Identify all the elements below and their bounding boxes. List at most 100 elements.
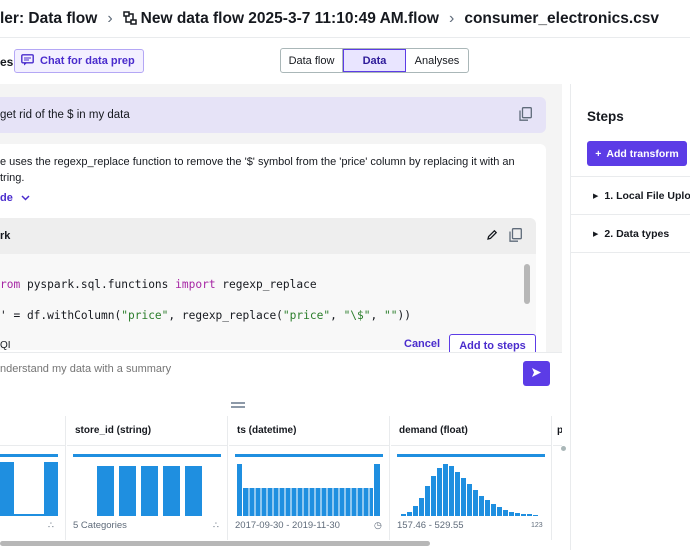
hist-bar xyxy=(419,498,424,516)
column-header[interactable]: demand (float) xyxy=(391,416,551,446)
chat-icon xyxy=(21,53,34,69)
category-icon: ∴ xyxy=(213,520,219,530)
hist-bar xyxy=(141,466,158,516)
demand-histogram xyxy=(397,454,545,516)
hist-separators xyxy=(248,488,370,516)
hist-bar xyxy=(401,514,406,516)
breadcrumb-item-app[interactable]: ler: Data flow xyxy=(0,10,97,28)
response-text: e uses the regexp_replace function to re… xyxy=(0,154,530,186)
code-language-label: rk xyxy=(0,230,11,242)
prompt-bar xyxy=(0,352,562,394)
hist-bar xyxy=(185,466,202,516)
column-footer: 5 Categories xyxy=(73,520,127,531)
step-item-local-file-upload[interactable]: ▶ 1. Local File Uplo xyxy=(571,176,690,214)
flow-icon xyxy=(122,11,137,26)
grid-column-4: pr xyxy=(553,416,566,540)
numeric-type-badge: 123 xyxy=(531,522,543,529)
copy-code-icon[interactable] xyxy=(509,228,522,245)
steps-title: Steps xyxy=(587,109,624,124)
hist-bar xyxy=(97,466,114,516)
code-module: pyspark.sql.functions xyxy=(20,278,176,291)
hist-bar xyxy=(449,466,454,516)
hist-bar xyxy=(503,510,508,516)
chat-panel: get rid of the $ in my data e uses the r… xyxy=(0,84,562,394)
add-transform-label: Add transform xyxy=(606,147,679,160)
column-header[interactable]: ts (datetime) xyxy=(229,416,389,446)
response-line-1: e uses the regexp_replace function to re… xyxy=(0,156,515,168)
hist-bar xyxy=(479,496,484,516)
send-button[interactable] xyxy=(523,361,550,386)
hist-bar xyxy=(533,515,538,516)
caret-right-icon: ▶ xyxy=(593,230,599,238)
caret-right-icon: ▶ xyxy=(593,192,599,200)
code-string-4: "" xyxy=(384,309,398,322)
cancel-button[interactable]: Cancel xyxy=(404,338,440,350)
tab-data-flow[interactable]: Data flow xyxy=(281,49,343,72)
step-label: 2. Data types xyxy=(604,227,670,240)
clock-icon: ◷ xyxy=(374,520,382,530)
edit-icon[interactable] xyxy=(486,229,498,244)
chat-for-data-prep-button[interactable]: Chat for data prep xyxy=(14,49,144,73)
user-message: get rid of the $ in my data xyxy=(0,97,546,133)
grid-column-store-id: store_id (string) 5 Categories ∴ xyxy=(67,416,228,540)
hist-bar xyxy=(491,504,496,516)
hist-bar xyxy=(14,514,44,516)
hist-bar xyxy=(243,488,373,516)
hist-bar xyxy=(374,464,380,516)
hist-bar xyxy=(237,464,242,516)
hist-bar xyxy=(0,462,14,516)
hist-bar xyxy=(485,500,490,516)
code-toggle[interactable]: de xyxy=(0,192,30,204)
chevron-down-icon xyxy=(21,192,30,204)
hist-bar xyxy=(461,478,466,516)
breadcrumb-item-flow[interactable]: New data flow 2025-3-7 11:10:49 AM.flow xyxy=(122,9,439,28)
code-toggle-label: de xyxy=(0,192,13,204)
hist-top-bar xyxy=(0,454,58,457)
hist-bar xyxy=(425,486,430,516)
code-comma-1: , xyxy=(330,309,344,322)
steps-panel: Steps + Add transform ▶ 1. Local File Up… xyxy=(570,84,690,550)
breadcrumb-item-file: consumer_electronics.csv xyxy=(464,9,660,27)
code-string-2: "price" xyxy=(282,309,331,322)
response-line-2: tring. xyxy=(0,172,25,184)
hist-top-bar xyxy=(235,454,383,457)
code-function: regexp_replace xyxy=(215,278,317,291)
tab-analyses[interactable]: Analyses xyxy=(406,49,468,72)
code-header: rk xyxy=(0,218,536,254)
view-tabs: Data flow Data Analyses xyxy=(280,48,469,73)
hist-bar xyxy=(467,484,472,516)
code-keyword-import: import xyxy=(175,278,216,291)
grid-column-0: ∴ xyxy=(0,416,66,540)
column-header[interactable]: store_id (string) xyxy=(67,416,227,446)
column-dot-icon xyxy=(561,446,566,451)
code-line-2: ' = df.withColumn("price", regexp_replac… xyxy=(0,309,411,322)
hist-bar xyxy=(431,476,436,516)
plus-icon: + xyxy=(595,147,602,160)
hist-bar xyxy=(119,466,136,516)
drag-handle-icon[interactable] xyxy=(231,402,245,408)
code-string-1: "price" xyxy=(121,309,169,322)
hist-bar xyxy=(473,490,478,516)
steps-divider xyxy=(571,252,690,253)
add-transform-button[interactable]: + Add transform xyxy=(587,141,687,166)
code-close: )) xyxy=(397,309,411,322)
column-0-histogram xyxy=(0,454,58,516)
grid-column-ts: ts (datetime) 2017-09-30 - 2019-11-30 ◷ xyxy=(229,416,390,540)
column-header[interactable]: pr xyxy=(553,416,562,446)
column-header[interactable] xyxy=(0,416,65,446)
data-grid: ∴ store_id (string) 5 Categories ∴ ts (d… xyxy=(0,416,566,540)
tab-data[interactable]: Data xyxy=(343,49,406,72)
ai-label: QI xyxy=(0,340,11,351)
step-item-data-types[interactable]: ▶ 2. Data types xyxy=(571,214,690,252)
breadcrumb-flow-label: New data flow 2025-3-7 11:10:49 AM.flow xyxy=(140,9,439,27)
hist-bar xyxy=(455,472,460,516)
prompt-input[interactable] xyxy=(0,363,500,375)
column-footer: 157.46 - 529.55 xyxy=(397,520,464,531)
toolbar: es Chat for data prep Data flow Data Ana… xyxy=(0,46,690,78)
grid-horizontal-scrollbar[interactable] xyxy=(0,541,430,546)
copy-icon[interactable] xyxy=(519,107,532,124)
code-keyword-from: rom xyxy=(0,278,21,291)
hist-top-bar xyxy=(397,454,545,457)
code-string-3: "\$" xyxy=(343,309,371,322)
code-scrollbar[interactable] xyxy=(524,264,530,304)
